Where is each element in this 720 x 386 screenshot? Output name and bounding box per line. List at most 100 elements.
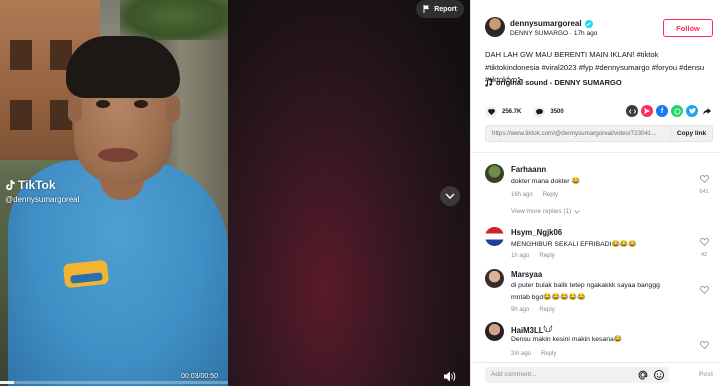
comment-like-button[interactable]: 42	[697, 233, 711, 258]
commenter-avatar[interactable]	[485, 322, 504, 341]
twitter-share-button[interactable]	[686, 105, 698, 117]
tiktok-watermark-logo: TikTok	[5, 178, 56, 192]
whatsapp-icon	[674, 108, 680, 114]
add-comment-placeholder: Add comment...	[491, 371, 537, 378]
commenter-avatar[interactable]	[485, 269, 504, 288]
post-time: 17h ago	[573, 30, 598, 37]
author-username[interactable]: dennysumargoreal	[510, 19, 582, 28]
author-username-row[interactable]: dennysumargoreal	[510, 19, 593, 28]
comment-like-button[interactable]	[697, 281, 711, 299]
comment-count: 3500	[550, 109, 564, 115]
view-more-replies[interactable]: View more replies (1)	[511, 208, 581, 215]
action-row: 256.7K 3500 f	[485, 104, 713, 120]
comment-time: 16h ago	[511, 192, 533, 198]
author-display-name: DENNY SUMARGO	[510, 30, 569, 37]
heart-outline-icon	[699, 341, 709, 349]
sound-link[interactable]: original sound - DENNY SUMARGO	[485, 78, 622, 87]
comment-text: Densu makin kesini makin kesana😂	[511, 336, 623, 343]
video-frame[interactable]: TikTok @dennysumargoreal 00:03/00:50	[0, 0, 228, 386]
comment-item: Hsym_Ngjk06 MENGHIBUR SEKALI EFRIBADI😂😂😂…	[485, 227, 713, 267]
post-comment-button[interactable]: Post	[699, 371, 713, 378]
video-link-text[interactable]: https://www.tiktok.com/@dennysumargoreal…	[486, 130, 670, 137]
speaker-icon	[444, 371, 456, 381]
volume-button[interactable]	[442, 369, 458, 383]
verified-badge-icon	[584, 19, 593, 28]
person-hair	[66, 36, 180, 98]
comment-item: Farhaann dokter mana dokter 😂 16h ago Re…	[485, 164, 713, 204]
commenter-name[interactable]: Marsyaa	[511, 270, 542, 279]
tree-leaves	[120, 0, 228, 40]
sound-name[interactable]: original sound - DENNY SUMARGO	[496, 78, 622, 87]
next-video-button[interactable]	[440, 186, 460, 206]
commenter-name[interactable]: Farhaann	[511, 165, 546, 174]
heart-icon	[487, 109, 495, 115]
comment-meta: 1h ago Reply	[511, 253, 555, 259]
author-meta: DENNY SUMARGO · 17h ago	[510, 30, 597, 37]
comment-time: 9h ago	[511, 307, 530, 313]
embed-icon	[628, 108, 636, 114]
comment-meta: 16h ago Reply	[511, 192, 558, 198]
like-button[interactable]	[485, 106, 497, 118]
add-comment-icons	[637, 369, 665, 381]
reply-button[interactable]: Reply	[543, 192, 558, 198]
comment-text: dokter mana dokter 😂	[511, 178, 580, 185]
commenter-name[interactable]: Hsym_Ngjk06	[511, 228, 562, 237]
comment-like-button[interactable]	[697, 336, 711, 354]
person-ear	[68, 96, 82, 122]
meta-separator: ·	[569, 30, 573, 37]
comment-like-button[interactable]: 641	[697, 170, 711, 195]
follow-button[interactable]: Follow	[663, 19, 713, 37]
comment-item: Marsyaa di puter bulak balik tetep ngaka…	[485, 269, 713, 315]
reply-button[interactable]: Reply	[539, 307, 554, 313]
tiktok-video-page: TikTok @dennysumargoreal 00:03/00:50 Rep…	[0, 0, 720, 386]
comment-button[interactable]	[533, 106, 546, 118]
comment-time: 1h ago	[511, 253, 530, 259]
tiktok-watermark-text: TikTok	[18, 178, 56, 192]
heart-outline-icon	[699, 286, 709, 294]
reply-button[interactable]: Reply	[539, 253, 554, 259]
facebook-icon: f	[660, 107, 664, 115]
commenter-avatar[interactable]	[485, 164, 504, 183]
music-note-icon	[485, 78, 492, 87]
author-avatar[interactable]	[485, 17, 505, 37]
person-mouth	[98, 148, 138, 162]
chevron-down-icon	[574, 209, 581, 214]
comment-like-count: 42	[700, 252, 708, 258]
video-blur-background	[228, 0, 470, 386]
flag-icon	[423, 5, 430, 13]
details-panel: dennysumargoreal DENNY SUMARGO · 17h ago…	[470, 0, 720, 386]
video-player[interactable]: TikTok @dennysumargoreal 00:03/00:50 Rep…	[0, 0, 470, 386]
embed-share-button[interactable]	[626, 105, 638, 117]
reply-button[interactable]: Reply	[541, 351, 556, 357]
report-button[interactable]: Report	[416, 0, 464, 18]
send-to-friends-button[interactable]	[641, 105, 653, 117]
twitter-icon	[688, 108, 696, 114]
author-row: dennysumargoreal DENNY SUMARGO · 17h ago…	[485, 17, 713, 45]
commenter-avatar[interactable]	[485, 227, 504, 246]
whatsapp-share-button[interactable]	[671, 105, 683, 117]
comment-text-line-2: mntab bgd😂😂😂😂😂	[511, 294, 586, 301]
view-more-label[interactable]: View more replies (1)	[511, 208, 571, 215]
mention-icon[interactable]	[637, 369, 649, 381]
more-share-button[interactable]	[701, 105, 713, 117]
comment-like-count: 641	[699, 189, 709, 195]
person-eye	[96, 100, 110, 108]
shirt-logo	[62, 259, 110, 289]
comment-meta: 9h ago Reply	[511, 307, 555, 313]
emoji-icon[interactable]	[653, 369, 665, 381]
facebook-share-button[interactable]: f	[656, 105, 668, 117]
share-arrow-icon	[703, 107, 711, 115]
share-buttons: f	[626, 105, 713, 117]
copy-link-button[interactable]: Copy link	[670, 126, 712, 141]
video-link-box: https://www.tiktok.com/@dennysumargoreal…	[485, 125, 713, 142]
send-icon	[644, 108, 650, 114]
video-progress-bar[interactable]	[0, 381, 228, 384]
heart-outline-icon	[699, 175, 709, 183]
comment-text: di puter bulak balik tetep ngakakkk saya…	[511, 282, 660, 289]
chevron-down-icon	[445, 193, 455, 199]
comment-item: HaiM3LL𓆩𓆪 Densu makin kesini makin kesan…	[485, 322, 713, 360]
person-eye	[134, 100, 148, 108]
tiktok-icon	[6, 179, 15, 190]
add-comment-input[interactable]: Add comment...	[485, 367, 669, 383]
heart-outline-icon	[699, 238, 709, 246]
